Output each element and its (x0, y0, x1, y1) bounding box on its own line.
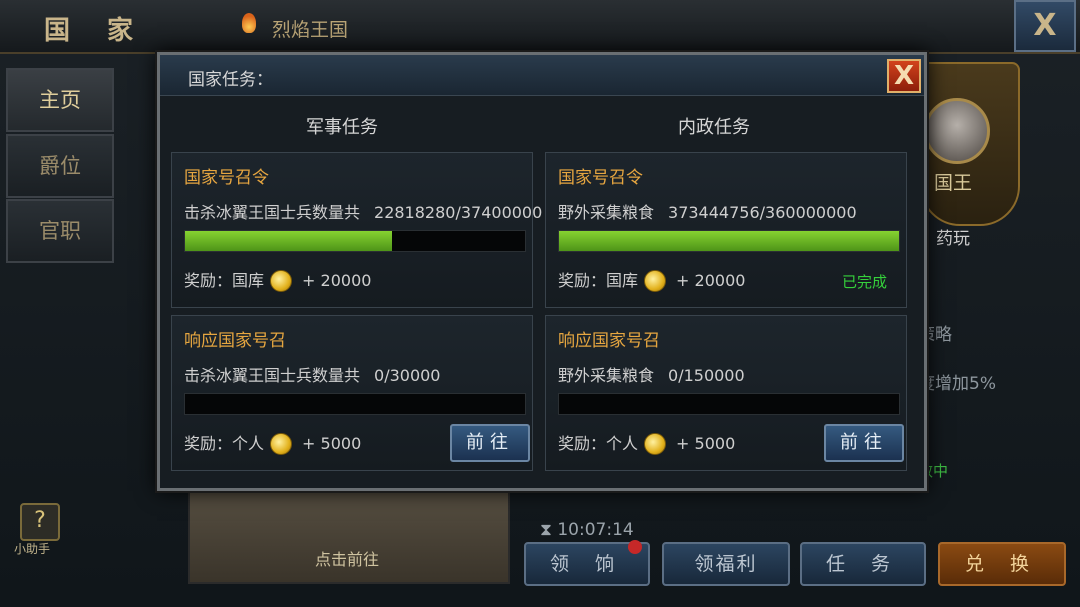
go-button[interactable]: 前往 (450, 424, 530, 462)
reward-row: 奖励：国库 + 20000 (558, 267, 745, 293)
reward-row: 奖励：个人 + 5000 (558, 430, 735, 456)
king-label: 国王 (934, 172, 973, 194)
gold-coin-icon (644, 269, 667, 292)
buff-text: 度增加5% (918, 374, 996, 394)
exchange-button[interactable]: 兑 换 (938, 542, 1066, 586)
timer-value: 10:07:14 (557, 520, 634, 540)
reward-amount: + 20000 (302, 271, 372, 290)
task-card-military-respond: 响应国家号召 击杀冰翼王国士兵数量共 0/30000 奖励：个人 + 5000 前往 (171, 315, 533, 471)
task-title: 响应国家号召 (184, 331, 286, 351)
helper-icon[interactable]: ? (20, 503, 60, 541)
page-title: 国 家 (44, 16, 148, 46)
task-description: 野外采集粮食 0/150000 (558, 362, 745, 386)
reward-amount: + 5000 (676, 434, 736, 453)
task-description: 击杀冰翼王国士兵数量共 22818280/37400000 (184, 199, 542, 223)
task-title: 国家号召令 (184, 168, 269, 188)
main-close-button[interactable]: X (1014, 0, 1076, 52)
reward-row: 奖励：个人 + 5000 (184, 430, 361, 456)
welfare-button[interactable]: 领福利 (662, 542, 790, 586)
notification-dot (628, 540, 642, 554)
progress-bar (184, 393, 526, 415)
dialog-title: 国家任务： (188, 70, 273, 90)
reward-label: 奖励： (558, 271, 607, 290)
top-bar (0, 0, 1080, 54)
gold-coin-icon (270, 432, 293, 455)
task-card-domestic-respond: 响应国家号召 野外采集粮食 0/150000 奖励：个人 + 5000 前往 (545, 315, 907, 471)
national-tasks-dialog: 国家任务： X 军事任务 内政任务 国家号召令 击杀冰翼王国士兵数量共 22818… (157, 52, 927, 491)
task-progress-count: 0/30000 (374, 366, 441, 385)
progress-fill (559, 231, 899, 251)
task-desc-text: 击杀冰翼王国士兵数量共 (184, 366, 361, 385)
side-tab-home[interactable]: 主页 (6, 68, 114, 132)
gold-coin-icon (644, 432, 667, 455)
side-tab-title[interactable]: 爵位 (6, 134, 114, 198)
avatar[interactable] (924, 98, 990, 164)
task-card-military-call: 国家号召令 击杀冰翼王国士兵数量共 22818280/37400000 奖励：国库… (171, 152, 542, 308)
king-name: 药玩 (936, 229, 970, 249)
reward-target: 个人 (232, 434, 265, 453)
close-icon[interactable]: X (887, 59, 921, 93)
gold-coin-icon (270, 269, 293, 292)
reward-row: 奖励：国库 + 20000 (184, 267, 371, 293)
reward-amount: + 20000 (676, 271, 746, 290)
domestic-tasks-heading: 内政任务 (678, 117, 750, 138)
task-desc-text: 野外采集粮食 (558, 366, 655, 385)
task-progress-count: 373444756/360000000 (668, 203, 857, 222)
task-progress-count: 22818280/37400000 (374, 203, 543, 222)
task-desc-text: 野外采集粮食 (558, 203, 655, 222)
task-title: 国家号召令 (558, 168, 643, 188)
progress-bar (558, 393, 900, 415)
progress-bar (184, 230, 526, 252)
helper-label: 小助手 (14, 542, 51, 556)
kingdom-name: 烈焰王国 (272, 19, 349, 41)
task-card-domestic-call: 国家号召令 野外采集粮食 373444756/360000000 奖励：国库 + 2… (545, 152, 907, 308)
reward-target: 个人 (606, 434, 639, 453)
progress-fill (185, 231, 393, 251)
map-goto-label[interactable]: 点击前往 (188, 546, 506, 570)
task-title: 响应国家号召 (558, 331, 660, 351)
military-tasks-heading: 军事任务 (306, 117, 378, 138)
task-description: 击杀冰翼王国士兵数量共 0/30000 (184, 362, 440, 386)
reward-target: 国库 (232, 271, 265, 290)
go-button[interactable]: 前往 (824, 424, 904, 462)
reward-amount: + 5000 (302, 434, 362, 453)
reward-target: 国库 (606, 271, 639, 290)
task-progress-count: 0/150000 (668, 366, 745, 385)
tasks-button[interactable]: 任 务 (800, 542, 926, 586)
progress-bar (558, 230, 900, 252)
reward-label: 奖励： (558, 434, 607, 453)
completed-status: 已完成 (842, 273, 888, 291)
countdown-timer: ⧗ 10:07:14 (540, 520, 634, 540)
reward-label: 奖励： (184, 271, 233, 290)
task-desc-text: 击杀冰翼王国士兵数量共 (184, 203, 361, 222)
reward-label: 奖励： (184, 434, 233, 453)
dialog-header (160, 55, 924, 96)
side-tab-office[interactable]: 官职 (6, 199, 114, 263)
task-description: 野外采集粮食 373444756/360000000 (558, 199, 857, 223)
flame-icon (242, 13, 256, 33)
